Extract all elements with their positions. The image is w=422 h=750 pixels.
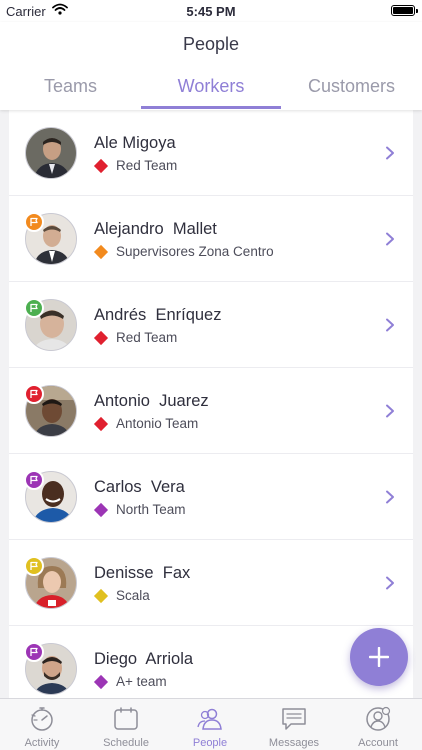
- team-label: Antonio Team: [116, 416, 199, 431]
- team-color-indicator: [93, 330, 109, 346]
- tab-workers[interactable]: Workers: [141, 76, 281, 110]
- account-icon: [366, 706, 391, 731]
- tabbar-schedule[interactable]: Schedule: [84, 699, 168, 750]
- chevron-right-icon: [386, 404, 394, 418]
- segment-tabs: Teams Workers Customers: [0, 76, 422, 110]
- messages-icon: [282, 708, 306, 730]
- team-color-indicator: [93, 674, 109, 690]
- battery-icon: [391, 5, 418, 16]
- chevron-right-icon: [386, 318, 394, 332]
- worker-row[interactable]: Carlos Vera North Team: [9, 454, 413, 540]
- worker-name: Carlos Vera: [94, 478, 185, 496]
- tabbar-messages[interactable]: Messages: [252, 699, 336, 750]
- team-label: A+ team: [116, 674, 167, 689]
- worker-name: Ale Migoya: [94, 134, 176, 152]
- team-label: Scala: [116, 588, 150, 603]
- team-label: Red Team: [116, 330, 178, 345]
- tabbar-label: Messages: [268, 737, 320, 749]
- schedule-icon: [114, 707, 138, 730]
- people-icon: [197, 708, 222, 730]
- team-color-indicator: [93, 244, 109, 260]
- team-label: North Team: [116, 502, 186, 517]
- worker-name: Antonio Juarez: [94, 392, 209, 410]
- worker-name: Alejandro Mallet: [94, 220, 217, 238]
- worker-row[interactable]: Andrés Enríquez Red Team: [9, 282, 413, 368]
- worker-row[interactable]: Antonio Juarez Antonio Team: [9, 368, 413, 454]
- chevron-right-icon: [386, 232, 394, 246]
- team-color-indicator: [93, 158, 109, 174]
- tabbar-label: Account: [358, 737, 398, 749]
- tabbar-people[interactable]: People: [168, 699, 252, 750]
- activity-icon: [31, 707, 53, 731]
- page-title: People: [182, 34, 240, 54]
- tabbar-account[interactable]: Account: [336, 699, 420, 750]
- tab-teams[interactable]: Teams: [0, 76, 141, 110]
- nav-header: People Teams Workers Customers: [0, 22, 422, 110]
- active-tab-indicator: [141, 106, 281, 109]
- status-time: 5:45 PM: [186, 4, 236, 19]
- workers-list: Ale Migoya Red Team Alejandro Mallet Sup…: [9, 110, 413, 698]
- flag-badge-icon: [24, 298, 44, 318]
- worker-row[interactable]: Alejandro Mallet Supervisores Zona Centr…: [9, 196, 413, 282]
- tabbar-activity[interactable]: Activity: [0, 699, 84, 750]
- status-bar: Carrier 5:45 PM: [0, 0, 422, 22]
- worker-name: Diego Arriola: [94, 650, 194, 668]
- team-label: Red Team: [116, 158, 178, 173]
- chevron-right-icon: [386, 490, 394, 504]
- tab-customers[interactable]: Customers: [281, 76, 422, 110]
- team-color-indicator: [93, 588, 109, 604]
- flag-badge-icon: [24, 470, 44, 490]
- tabbar-label: Activity: [24, 737, 60, 749]
- team-label: Supervisores Zona Centro: [116, 244, 274, 259]
- add-worker-button[interactable]: [350, 628, 408, 686]
- avatar: [25, 127, 77, 179]
- flag-badge-icon: [24, 384, 44, 404]
- worker-row[interactable]: Ale Migoya Red Team: [9, 110, 413, 196]
- team-color-indicator: [93, 416, 109, 432]
- worker-row[interactable]: Denisse Fax Scala: [9, 540, 413, 626]
- tabbar-label: People: [192, 737, 228, 749]
- flag-badge-icon: [24, 212, 44, 232]
- worker-name: Andrés Enríquez: [94, 306, 222, 324]
- bottom-tab-bar: Activity Schedule People Messages Accoun…: [0, 698, 422, 750]
- chevron-right-icon: [386, 146, 394, 160]
- plus-icon: [369, 647, 389, 667]
- worker-name: Denisse Fax: [94, 564, 191, 582]
- team-color-indicator: [93, 502, 109, 518]
- flag-badge-icon: [24, 642, 44, 662]
- tabbar-label: Schedule: [103, 737, 149, 749]
- chevron-right-icon: [386, 576, 394, 590]
- flag-badge-icon: [24, 556, 44, 576]
